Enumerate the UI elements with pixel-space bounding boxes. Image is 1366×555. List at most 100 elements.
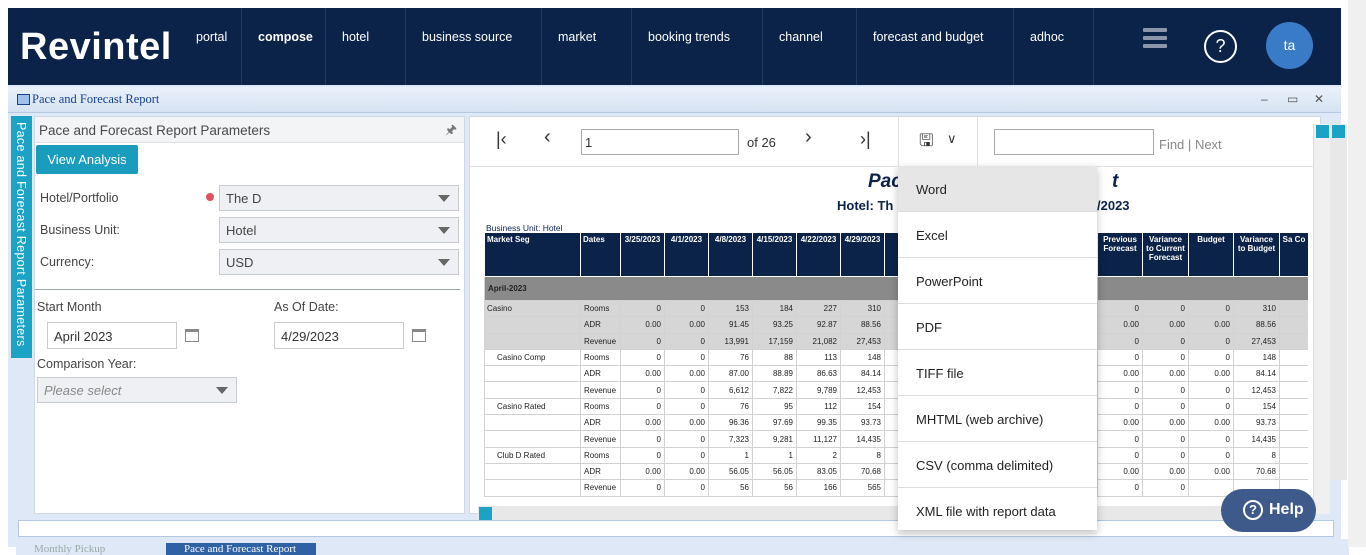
value-cell (1279, 299, 1308, 318)
last-page-icon[interactable]: ›| (860, 129, 871, 150)
nav-item-market[interactable]: market (542, 8, 632, 85)
value-cell: 0.00 (620, 414, 665, 432)
value-cell: 0 (1097, 446, 1143, 464)
start-month-input[interactable]: April 2023 (47, 322, 177, 349)
nav-item-adhoc[interactable]: adhoc (1014, 8, 1094, 85)
nav-item-compose[interactable]: compose (242, 8, 326, 85)
help-icon[interactable]: ? (1204, 30, 1237, 63)
help-button[interactable]: ? Help (1221, 489, 1316, 532)
view-analysis-button[interactable]: View Analysis (36, 145, 138, 174)
value-cell: 154 (1233, 397, 1280, 416)
value-cell: 12,453 (840, 381, 885, 399)
value-cell: 0 (620, 397, 665, 416)
find-link[interactable]: Find (1159, 137, 1184, 152)
hotel-portfolio-select[interactable]: The D (219, 185, 459, 211)
export-menu-item-xml[interactable]: XML file with report data (898, 488, 1097, 534)
export-menu-item-pdf[interactable]: PDF (898, 304, 1097, 350)
value-cell: 0.00 (1097, 462, 1143, 481)
find-separator: | (1187, 137, 1192, 152)
nav-item-portal[interactable]: portal (180, 8, 242, 85)
value-cell: 88 (752, 348, 797, 367)
next-link[interactable]: Next (1195, 137, 1222, 152)
help-button-label: Help (1269, 501, 1304, 518)
scroll-left-icon[interactable] (479, 507, 492, 520)
nav-item-forecast-and-budget[interactable]: forecast and budget (857, 8, 1014, 85)
value-cell: 88.89 (752, 365, 797, 383)
export-menu-item-tiff[interactable]: TIFF file (898, 350, 1097, 396)
metric-cell: Rooms (580, 446, 621, 464)
value-cell: 2 (796, 446, 841, 464)
table-row: ADR 0.00 0.00 56.05 56.05 83.05 70.68 (484, 462, 910, 481)
parameters-side-tab[interactable]: Pace and Forecast Report Parameters (11, 116, 32, 358)
table-row: 0.00 0.00 0.00 84.14 (1097, 365, 1308, 383)
market-segment-cell (484, 316, 581, 334)
nav-item-hotel[interactable]: hotel (326, 8, 406, 85)
value-cell: 166 (796, 479, 841, 497)
value-cell: 7,323 (708, 430, 753, 448)
export-menu-item-csv[interactable]: CSV (comma delimited) (898, 442, 1097, 488)
value-cell: 0 (1188, 332, 1234, 350)
value-cell (1279, 430, 1308, 448)
value-cell: 8 (840, 446, 885, 464)
vertical-scrollbar[interactable] (1313, 124, 1330, 514)
page-number-input[interactable]: 1 (581, 129, 739, 155)
value-cell: 0.00 (1188, 365, 1234, 383)
currency-select[interactable]: USD (219, 249, 459, 275)
previous-page-icon[interactable]: ‹ (544, 126, 551, 149)
value-cell: 0 (1142, 430, 1189, 448)
user-avatar[interactable]: ta (1266, 22, 1313, 69)
metric-cell: Revenue (580, 332, 621, 350)
next-page-icon[interactable]: › (805, 126, 812, 149)
value-cell: 0 (664, 479, 709, 497)
calendar-icon[interactable] (412, 329, 426, 342)
export-menu-item-powerpoint[interactable]: PowerPoint (898, 258, 1097, 304)
value-cell: 0 (1142, 381, 1189, 399)
value-cell (1279, 348, 1308, 367)
window-title: Pace and Forecast Report (32, 92, 160, 106)
value-cell: 93.25 (752, 316, 797, 334)
comparison-year-select[interactable]: Please select (37, 377, 237, 403)
value-cell: 11,127 (796, 430, 841, 448)
export-button[interactable]: 🖫 ∨ (898, 117, 978, 167)
export-menu-item-excel[interactable]: Excel (898, 212, 1097, 258)
outer-vertical-scrollbar[interactable] (1330, 124, 1347, 480)
comparison-year-placeholder: Please select (44, 383, 122, 398)
hamburger-menu-icon[interactable] (1143, 28, 1167, 50)
value-cell: 0.00 (1097, 365, 1143, 383)
nav-item-channel[interactable]: channel (763, 8, 857, 85)
first-page-icon[interactable]: |‹ (496, 129, 507, 150)
as-of-date-input[interactable]: 4/29/2023 (274, 322, 404, 349)
market-segment-cell (484, 462, 581, 481)
export-menu-item-word[interactable]: Word (898, 166, 1097, 212)
column-header: 4/22/2023 (796, 232, 841, 277)
nav-item-business-source[interactable]: business source (406, 8, 542, 85)
market-segment-cell (484, 430, 581, 448)
page-scrollbar[interactable] (1348, 0, 1366, 547)
value-cell: 12,453 (1233, 381, 1280, 399)
business-unit-value: Hotel (226, 223, 257, 238)
task-monthly-pickup[interactable]: Monthly Pickup (16, 543, 156, 555)
value-cell: 8 (1233, 446, 1280, 464)
nav-item-booking-trends[interactable]: booking trends (632, 8, 763, 85)
minimize-icon[interactable]: – (1261, 92, 1268, 106)
horizontal-scrollbar[interactable] (478, 506, 1314, 520)
side-tab-label: Pace and Forecast Report Parameters (14, 122, 28, 347)
scroll-up-icon[interactable] (1332, 125, 1345, 138)
table-row: ADR 0.00 0.00 91.45 93.25 92.87 88.56 (484, 316, 910, 334)
value-cell: 0.00 (664, 365, 709, 383)
chevron-down-icon (216, 387, 228, 394)
value-cell: 0 (1188, 299, 1234, 318)
export-menu-item-mhtml[interactable]: MHTML (web archive) (898, 396, 1097, 442)
calendar-icon[interactable] (185, 329, 199, 342)
market-segment-cell (484, 381, 581, 399)
scroll-up-icon[interactable] (1316, 125, 1329, 138)
value-cell: 1 (708, 446, 753, 464)
pin-icon[interactable]: 🖈 (445, 121, 457, 143)
business-unit-select[interactable]: Hotel (219, 217, 459, 243)
value-cell: 13,991 (708, 332, 753, 350)
close-icon[interactable]: ✕ (1314, 92, 1324, 106)
maximize-icon[interactable]: ▭ (1287, 92, 1298, 106)
task-pace-forecast-report[interactable]: Pace and Forecast Report (166, 543, 316, 555)
find-input[interactable] (994, 129, 1154, 155)
bottom-frame (18, 520, 1334, 537)
